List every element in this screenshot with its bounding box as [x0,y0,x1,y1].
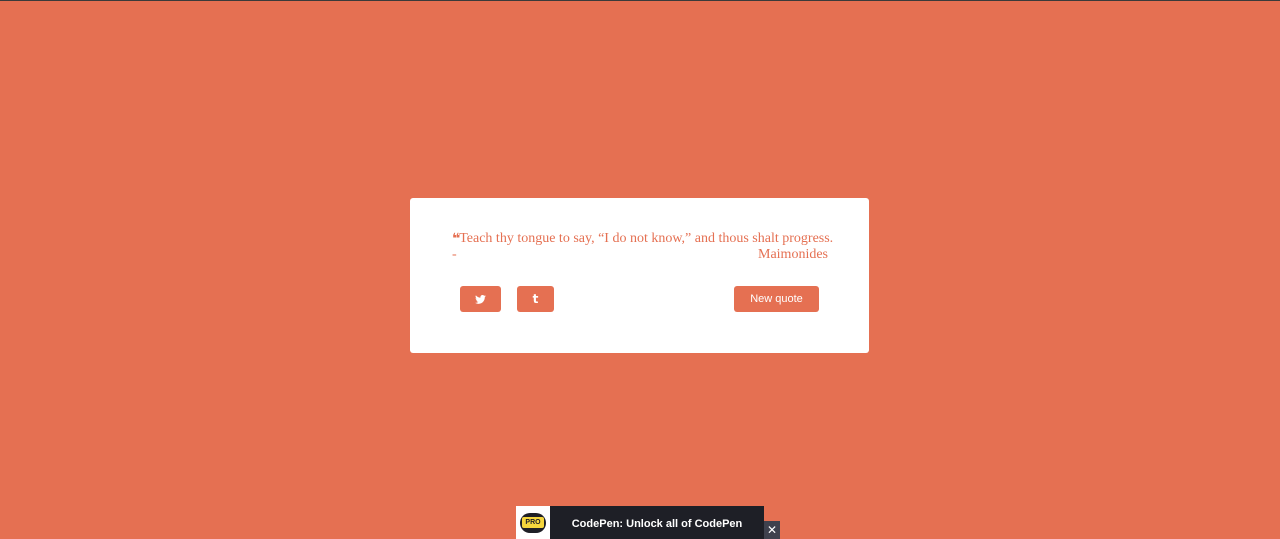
tweet-quote-button[interactable] [460,286,501,312]
tumblr-icon: t [532,292,539,306]
pro-badge: PRO [520,512,546,533]
author-dash: - [452,247,457,262]
quote-box: ❝Teach thy tongue to say, “I do not know… [410,198,869,353]
twitter-icon [475,294,486,304]
pro-badge-label: PRO [522,517,544,528]
tumblr-post-button[interactable]: t [517,286,554,312]
author-name: Maimonides [758,247,828,262]
pro-badge-container: PRO [516,506,550,539]
new-quote-button[interactable]: New quote [734,286,819,312]
quote-body: Teach thy tongue to say, “I do not know,… [459,231,834,246]
quote-text: ❝Teach thy tongue to say, “I do not know… [452,231,834,247]
codepen-pro-banner[interactable]: PRO CodePen: Unlock all of CodePen [516,506,764,539]
top-border [0,0,1280,1]
banner-text[interactable]: CodePen: Unlock all of CodePen [550,506,764,539]
close-icon[interactable]: ✕ [764,521,780,539]
